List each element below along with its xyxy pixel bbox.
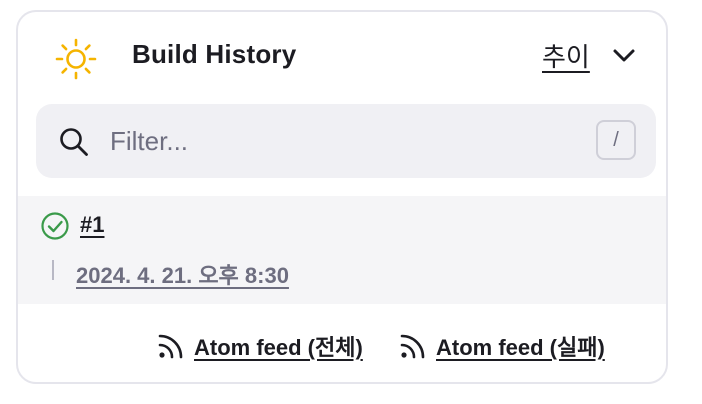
success-check-icon (41, 212, 69, 240)
trend-link[interactable]: 추이 (542, 37, 590, 74)
build-number-link[interactable]: #1 (80, 212, 104, 238)
build-row: #1 2024. 4. 21. 오후 8:30 (18, 196, 666, 304)
search-box: / (36, 104, 656, 178)
atom-feed-all-link[interactable]: Atom feed (전체) (156, 330, 363, 362)
atom-feed-all-label: Atom feed (전체) (194, 335, 363, 360)
atom-feed-failed-label: Atom feed (실패) (436, 335, 605, 360)
rss-feed-icon (400, 334, 425, 359)
keyboard-shortcut-hint: / (596, 120, 636, 160)
build-timestamp-link[interactable]: 2024. 4. 21. 오후 8:30 (76, 258, 289, 290)
build-history-panel: Build History 추이 / #1 2024. 4. 21. 오후 8:… (16, 10, 668, 384)
search-icon (60, 128, 88, 156)
timeline-divider (52, 260, 54, 280)
panel-header: Build History 추이 (18, 12, 666, 100)
chevron-down-icon[interactable] (612, 48, 636, 64)
sun-icon (55, 38, 97, 80)
feed-links: Atom feed (전체) Atom feed (실패) (18, 304, 666, 382)
atom-feed-failed-link[interactable]: Atom feed (실패) (398, 330, 605, 362)
filter-input[interactable] (110, 120, 580, 162)
rss-feed-icon (158, 334, 183, 359)
panel-title: Build History (132, 39, 297, 69)
